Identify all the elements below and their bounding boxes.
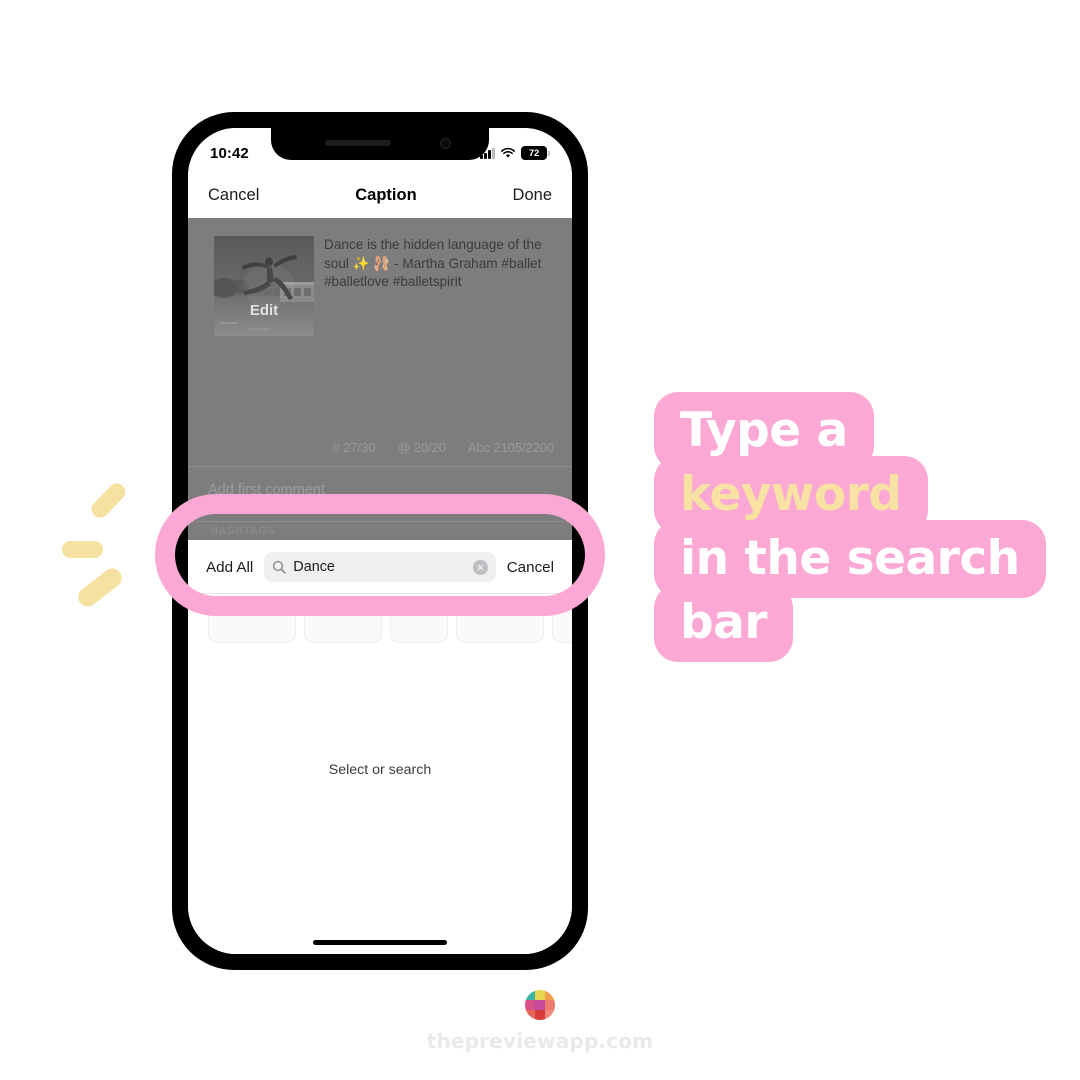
first-comment-field[interactable]: Add first comment	[208, 482, 325, 498]
cancel-search-button[interactable]: Cancel	[507, 559, 554, 576]
poster-canvas: 10:42 72 Cancel Caption Done Edit Dance …	[0, 0, 1080, 1080]
phone-notch	[271, 128, 489, 160]
suggestion-chip-2[interactable]	[304, 603, 382, 643]
logo-tile-5	[535, 1000, 545, 1010]
add-all-button[interactable]: Add All	[206, 559, 253, 576]
caption-text[interactable]: Dance is the hidden language of the soul…	[324, 236, 552, 292]
logo-tile-3	[545, 990, 555, 1000]
post-thumbnail[interactable]: Edit	[214, 236, 314, 336]
phone-screen: 10:42 72 Cancel Caption Done Edit Dance …	[188, 128, 572, 954]
instruction-callout: Type a keyword in the search bar	[654, 392, 1046, 662]
cancel-button[interactable]: Cancel	[208, 186, 259, 205]
caption-editor-dimmed: Edit Dance is the hidden language of the…	[188, 218, 572, 540]
caption-counters: # 27/30 @ 20/20 Abc 2105/2200	[188, 440, 554, 455]
battery-percent: 72	[528, 147, 540, 159]
status-indicators: 72	[480, 140, 550, 160]
hashtag-search-sheet: Add All Dance Cancel Select or search	[188, 540, 572, 954]
navigation-bar: Cancel Caption Done	[188, 172, 572, 218]
mention-counter: @ 20/20	[397, 440, 446, 455]
page-title: Caption	[355, 185, 417, 204]
suggestion-chip-1[interactable]	[208, 603, 296, 643]
clear-search-icon[interactable]	[472, 559, 488, 575]
logo-tile-6	[545, 1000, 555, 1010]
divider	[188, 466, 572, 467]
wifi-icon	[501, 147, 515, 158]
logo-tile-1	[525, 990, 535, 1000]
suggestion-chip-5[interactable]	[552, 603, 572, 643]
divider	[188, 521, 572, 522]
hashtags-section-label: HASHTAGS	[210, 525, 276, 537]
logo-tile-7	[525, 1010, 535, 1020]
spark-middle-icon	[62, 541, 103, 558]
preview-app-logo	[525, 990, 555, 1020]
search-input-value[interactable]: Dance	[293, 559, 465, 575]
edit-thumbnail-label[interactable]: Edit	[214, 302, 314, 319]
empty-state-text: Select or search	[328, 762, 432, 778]
ballet-dancer-photo	[214, 236, 314, 336]
search-input[interactable]: Dance	[264, 552, 496, 582]
earpiece-speaker	[325, 140, 391, 146]
spark-top-icon	[88, 479, 129, 522]
suggestion-chip-3[interactable]	[390, 603, 448, 643]
magnifier-icon	[273, 560, 286, 574]
logo-tile-9	[545, 1010, 555, 1020]
home-indicator[interactable]	[313, 940, 447, 945]
hashtag-counter: # 27/30	[332, 440, 376, 455]
character-counter: Abc 2105/2200	[467, 440, 554, 455]
search-toolbar: Add All Dance Cancel	[188, 540, 572, 593]
logo-tile-4	[525, 1000, 535, 1010]
callout-line-4: bar	[654, 584, 794, 662]
spark-bottom-icon	[74, 564, 126, 611]
logo-tile-2	[535, 990, 545, 1000]
status-time: 10:42	[210, 144, 249, 162]
footer-url: thepreviewapp.com	[426, 1029, 654, 1053]
battery-icon: 72	[521, 146, 550, 160]
done-button[interactable]: Done	[513, 186, 552, 205]
footer: thepreviewapp.com	[0, 990, 1080, 1053]
phone-mockup: 10:42 72 Cancel Caption Done Edit Dance …	[172, 112, 588, 970]
logo-tile-8	[535, 1010, 545, 1020]
front-camera-icon	[440, 138, 451, 149]
suggestion-chip-4[interactable]	[456, 603, 544, 643]
suggestion-chips-row	[188, 594, 572, 652]
